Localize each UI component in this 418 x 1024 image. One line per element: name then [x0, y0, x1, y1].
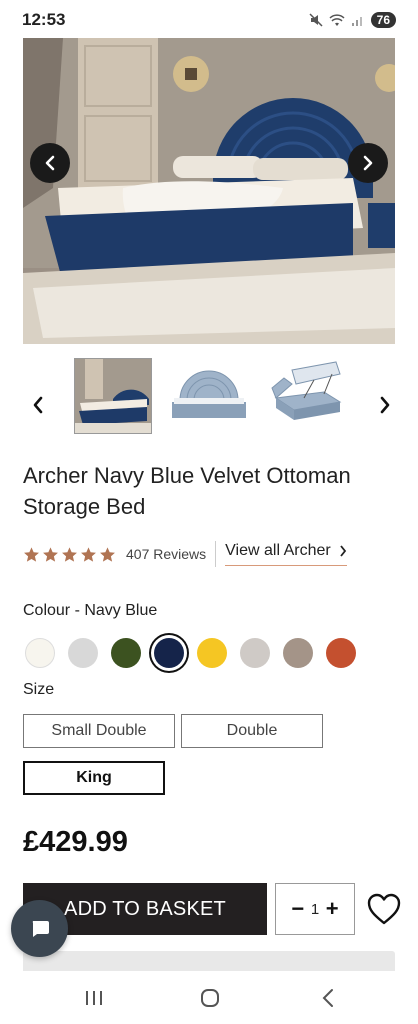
wifi-icon: [329, 13, 345, 26]
product-price: £429.99: [23, 826, 128, 858]
signal-icon: [351, 17, 362, 26]
view-all-label: View all Archer: [225, 542, 331, 559]
heart-icon: [367, 893, 401, 925]
size-option-double[interactable]: Double: [181, 714, 323, 748]
quantity-increase-button[interactable]: +: [323, 898, 341, 920]
status-bar: 12:53 76: [0, 0, 418, 40]
quantity-value[interactable]: 1: [311, 901, 319, 918]
chevron-left-icon: [33, 396, 43, 414]
home-icon: [201, 989, 219, 1007]
chevron-right-icon: [380, 396, 390, 414]
back-button[interactable]: [313, 985, 343, 1011]
swatch-taupe[interactable]: [283, 638, 313, 668]
thumbnail-bed-photo[interactable]: [74, 358, 152, 434]
hero-next-button[interactable]: [348, 143, 388, 183]
star-icon: [100, 546, 115, 562]
star-icon: [24, 546, 39, 562]
battery-indicator: 76: [370, 12, 396, 28]
quantity-decrease-button[interactable]: −: [289, 898, 307, 920]
chat-bubble-icon: [32, 920, 49, 937]
swatch-mustard[interactable]: [197, 638, 227, 668]
view-all-archer-link[interactable]: View all Archer: [225, 542, 347, 566]
swatch-burnt-orange[interactable]: [326, 638, 356, 668]
mute-icon: [309, 13, 323, 27]
status-icons: 76: [309, 12, 396, 28]
star-icon: [43, 546, 58, 562]
recent-apps-icon: [86, 991, 102, 1005]
wishlist-button[interactable]: [366, 892, 402, 926]
colour-swatches: [25, 638, 365, 670]
android-navigation-bar: [0, 971, 418, 1024]
thumbnail-prev-button[interactable]: [27, 394, 49, 416]
thumbnail-bed-diagram[interactable]: [170, 358, 248, 434]
quantity-stepper: − 1 +: [275, 883, 355, 935]
thumbnail-carousel: [0, 358, 418, 436]
star-icon: [81, 546, 96, 562]
swatch-green[interactable]: [111, 638, 141, 668]
divider: [215, 541, 217, 567]
chevron-right-icon: [363, 155, 373, 171]
home-button[interactable]: [195, 985, 225, 1011]
size-option-small-double[interactable]: Small Double: [23, 714, 175, 748]
size-label: Size: [23, 681, 55, 698]
star-icon: [62, 546, 77, 562]
product-title: Archer Navy Blue Velvet Ottoman Storage …: [23, 463, 351, 519]
hero-prev-button[interactable]: [30, 143, 70, 183]
swatch-navy-blue[interactable]: [154, 638, 184, 668]
swatch-light-grey[interactable]: [68, 638, 98, 668]
size-option-king[interactable]: King: [23, 761, 165, 795]
thumbnail-ottoman-lift-diagram[interactable]: [264, 358, 342, 434]
chevron-left-icon: [45, 155, 55, 171]
recent-apps-button[interactable]: [79, 985, 109, 1011]
product-hero-image[interactable]: [23, 38, 395, 344]
back-icon: [322, 989, 333, 1007]
thumbnail-next-button[interactable]: [374, 394, 396, 416]
star-rating[interactable]: [23, 546, 116, 563]
secondary-action-bar[interactable]: [23, 951, 395, 971]
chevron-right-icon: [339, 545, 346, 557]
reviews-count-link[interactable]: 407 Reviews: [126, 546, 206, 562]
reviews-row: 407 Reviews View all Archer: [23, 540, 395, 568]
swatch-ivory[interactable]: [25, 638, 55, 668]
chat-button[interactable]: [11, 900, 68, 957]
swatch-stone[interactable]: [240, 638, 270, 668]
status-time: 12:53: [22, 10, 66, 29]
colour-label: Colour - Navy Blue: [23, 602, 158, 619]
